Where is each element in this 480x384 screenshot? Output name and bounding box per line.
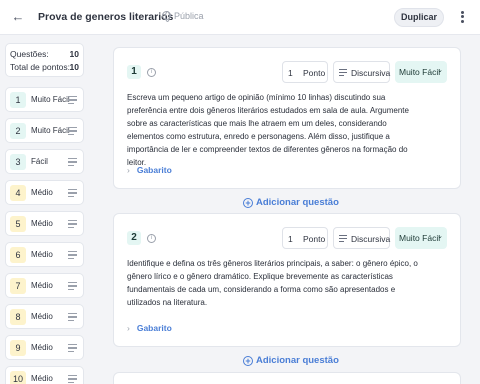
question-number-badge: 4 — [10, 185, 26, 201]
question-number-badge: 2 — [127, 231, 141, 245]
plus-circle-icon: + — [243, 356, 253, 366]
question-number-badge: 7 — [10, 278, 26, 294]
text-lines-icon — [68, 158, 77, 168]
question-card-3 — [113, 372, 461, 384]
points-unit: Ponto — [303, 68, 326, 78]
question-text: Identifique e defina os três gêneros lit… — [127, 259, 418, 307]
difficulty-label: Médio — [31, 374, 53, 383]
difficulty-label: Muito Fácil — [399, 233, 441, 243]
question-type-label: Discursiva — [351, 68, 391, 78]
question-number-badge: 8 — [10, 309, 26, 325]
text-lines-icon — [68, 282, 77, 292]
question-card-2: 2 i 1 Ponto Discursiva Muito Fácil ⌄ Ide… — [113, 213, 461, 347]
add-question-button[interactable]: + Adicionar questão — [243, 197, 339, 208]
question-number-badge: 6 — [10, 247, 26, 263]
sidebar-item-question-3[interactable]: 3 Fácil — [5, 149, 84, 174]
add-question-button[interactable]: + Adicionar questão — [243, 355, 339, 366]
points-value: 1 — [288, 234, 293, 244]
sidebar-item-question-9[interactable]: 9 Médio — [5, 335, 84, 360]
text-lines-icon — [68, 344, 77, 354]
sidebar-item-question-1[interactable]: 1 Muito Fácil — [5, 87, 84, 112]
answer-key-toggle[interactable]: › Gabarito — [127, 323, 172, 333]
difficulty-label: Médio — [31, 188, 53, 197]
add-question-label: Adicionar questão — [256, 355, 339, 366]
question-number-badge: 1 — [10, 92, 26, 108]
points-input[interactable]: 1 Ponto — [282, 227, 328, 249]
total-points-label: Total de pontos: — [10, 62, 71, 72]
difficulty-label: Médio — [31, 219, 53, 228]
question-type-select[interactable]: Discursiva — [333, 61, 390, 83]
question-number-badge: 9 — [10, 340, 26, 356]
difficulty-label: Médio — [31, 343, 53, 352]
question-type-select[interactable]: Discursiva — [333, 227, 390, 249]
difficulty-label: Muito Fácil — [399, 67, 441, 77]
answer-key-label: Gabarito — [136, 165, 172, 175]
sidebar-item-question-4[interactable]: 4 Médio — [5, 180, 84, 205]
points-unit: Ponto — [303, 234, 326, 244]
difficulty-label: Médio — [31, 281, 53, 290]
info-icon[interactable]: i — [147, 68, 156, 77]
questions-count-value: 10 — [69, 49, 79, 59]
visibility-label: Pública — [174, 11, 204, 21]
points-value: 1 — [288, 68, 293, 78]
chevron-down-icon: ⌄ — [437, 233, 443, 240]
text-lines-icon — [339, 69, 347, 78]
chevron-right-icon: › — [127, 323, 130, 333]
question-text: Escreva um pequeno artigo de opinião (mí… — [127, 93, 409, 167]
points-input[interactable]: 1 Ponto — [282, 61, 328, 83]
add-question-label: Adicionar questão — [256, 197, 339, 208]
difficulty-label: Médio — [31, 312, 53, 321]
question-number-badge: 2 — [10, 123, 26, 139]
text-lines-icon — [68, 251, 77, 261]
text-lines-icon — [68, 189, 77, 199]
plus-circle-icon: + — [243, 198, 253, 208]
chevron-right-icon: › — [127, 165, 130, 175]
sidebar-item-question-6[interactable]: 6 Médio — [5, 242, 84, 267]
top-bar: ← Prova de generos literarios Pública Du… — [0, 0, 480, 35]
difficulty-label: Médio — [31, 250, 53, 259]
kebab-menu-icon[interactable] — [458, 9, 466, 25]
answer-key-label: Gabarito — [136, 323, 172, 333]
sidebar-item-question-8[interactable]: 8 Médio — [5, 304, 84, 329]
questions-count-label: Questões: — [10, 49, 49, 59]
sidebar-item-question-2[interactable]: 2 Muito Fácil — [5, 118, 84, 143]
text-lines-icon — [68, 96, 77, 106]
question-card-1: 1 i 1 Ponto Discursiva Muito Fácil ⌄ Esc… — [113, 47, 461, 189]
duplicate-button[interactable]: Duplicar — [394, 8, 444, 27]
question-number-badge: 3 — [10, 154, 26, 170]
page-title: Prova de generos literarios — [38, 11, 174, 23]
question-number-badge: 5 — [10, 216, 26, 232]
sidebar-item-question-10[interactable]: 10 Médio — [5, 366, 84, 384]
question-type-label: Discursiva — [351, 234, 391, 244]
text-lines-icon — [68, 220, 77, 230]
answer-key-toggle[interactable]: › Gabarito — [127, 165, 172, 175]
difficulty-label: Muito Fácil — [31, 126, 70, 135]
difficulty-label: Muito Fácil — [31, 95, 70, 104]
text-lines-icon — [68, 375, 77, 384]
summary-panel: Questões: 10 Total de pontos: 10 — [5, 43, 84, 77]
total-points-value: 10 — [69, 62, 79, 72]
difficulty-select[interactable]: Muito Fácil ⌄ — [395, 61, 447, 83]
sidebar-item-question-5[interactable]: 5 Médio — [5, 211, 84, 236]
question-number-badge: 10 — [10, 371, 26, 384]
globe-icon — [162, 11, 171, 22]
text-lines-icon — [68, 127, 77, 137]
text-lines-icon — [68, 313, 77, 323]
sidebar-item-question-7[interactable]: 7 Médio — [5, 273, 84, 298]
info-icon[interactable]: i — [147, 234, 156, 243]
arrow-left-icon[interactable]: ← — [10, 9, 26, 25]
question-number-badge: 1 — [127, 65, 141, 79]
chevron-down-icon: ⌄ — [437, 67, 443, 74]
text-lines-icon — [339, 235, 347, 244]
difficulty-select[interactable]: Muito Fácil ⌄ — [395, 227, 447, 249]
visibility-status: Pública — [162, 11, 204, 22]
difficulty-label: Fácil — [31, 157, 48, 166]
